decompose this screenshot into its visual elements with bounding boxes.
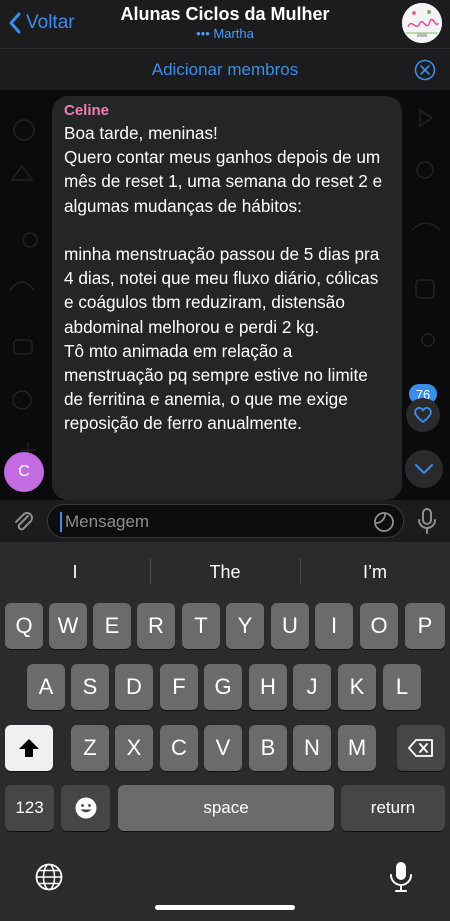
attach-button[interactable] xyxy=(10,508,36,534)
key-d[interactable]: D xyxy=(115,664,153,710)
suggestion-2[interactable]: The xyxy=(150,554,300,590)
key-s[interactable]: S xyxy=(71,664,109,710)
keyboard: I The I’m Q W E R T Y U I O P A S D F G … xyxy=(0,542,450,921)
chat-header: Voltar Alunas Ciclos da Mulher ••• Marth… xyxy=(0,0,450,48)
key-k[interactable]: K xyxy=(338,664,376,710)
key-r[interactable]: R xyxy=(137,603,175,649)
emoji-icon xyxy=(75,797,96,819)
message-bubble[interactable]: Celine Boa tarde, meninas! Quero contar … xyxy=(52,96,402,500)
key-e[interactable]: E xyxy=(93,603,131,649)
key-i[interactable]: I xyxy=(315,603,353,649)
chevron-down-icon xyxy=(415,464,433,474)
key-w[interactable]: W xyxy=(49,603,87,649)
message-input[interactable]: Mensagem xyxy=(47,504,404,538)
key-l[interactable]: L xyxy=(383,664,421,710)
key-a[interactable]: A xyxy=(27,664,65,710)
home-indicator xyxy=(155,905,295,910)
paperclip-icon xyxy=(15,512,33,531)
numbers-key[interactable]: 123 xyxy=(5,785,54,831)
shift-key[interactable] xyxy=(5,725,53,771)
key-q[interactable]: Q xyxy=(5,603,43,649)
sender-name[interactable]: Celine xyxy=(64,102,390,119)
key-j[interactable]: J xyxy=(293,664,331,710)
group-avatar[interactable] xyxy=(402,3,442,43)
backspace-key[interactable] xyxy=(397,725,445,771)
close-icon[interactable] xyxy=(414,59,436,81)
typing-indicator: ••• xyxy=(196,26,210,41)
suggestion-1[interactable]: I xyxy=(0,554,150,590)
key-o[interactable]: O xyxy=(360,603,398,649)
chat-subtitle: ••• Martha xyxy=(0,26,450,41)
text-caret xyxy=(60,512,62,532)
key-t[interactable]: T xyxy=(182,603,220,649)
dictation-button[interactable] xyxy=(388,860,414,894)
reactions-button[interactable] xyxy=(406,398,440,432)
shift-icon xyxy=(19,739,39,757)
key-y[interactable]: Y xyxy=(226,603,264,649)
key-z[interactable]: Z xyxy=(71,725,109,771)
scroll-down-button[interactable] xyxy=(405,450,443,488)
key-c[interactable]: C xyxy=(160,725,198,771)
chat-title[interactable]: Alunas Ciclos da Mulher xyxy=(0,4,450,25)
chat-area[interactable]: Celine Boa tarde, meninas! Quero contar … xyxy=(0,90,450,500)
key-h[interactable]: H xyxy=(249,664,287,710)
key-u[interactable]: U xyxy=(271,603,309,649)
heart-icon xyxy=(414,407,432,423)
emoji-key[interactable] xyxy=(61,785,110,831)
key-n[interactable]: N xyxy=(293,725,331,771)
globe-button[interactable] xyxy=(34,862,64,892)
backspace-icon xyxy=(408,739,433,757)
microphone-icon xyxy=(418,508,436,534)
message-placeholder: Mensagem xyxy=(65,512,150,531)
key-p[interactable]: P xyxy=(405,603,445,649)
key-b[interactable]: B xyxy=(249,725,287,771)
message-text: Boa tarde, meninas! Quero contar meus ga… xyxy=(64,123,383,434)
typing-user: Martha xyxy=(213,26,254,41)
suggestion-3[interactable]: I’m xyxy=(300,554,450,590)
return-key[interactable]: return xyxy=(341,785,445,831)
key-g[interactable]: G xyxy=(204,664,242,710)
sticker-icon xyxy=(374,512,394,532)
key-v[interactable]: V xyxy=(204,725,242,771)
group-avatar-image xyxy=(402,3,442,43)
add-members-button[interactable]: Adicionar membros xyxy=(0,60,450,80)
message-input-bar: Mensagem xyxy=(0,500,450,542)
space-key[interactable]: space xyxy=(118,785,334,831)
key-m[interactable]: M xyxy=(338,725,376,771)
key-x[interactable]: X xyxy=(115,725,153,771)
sticker-button[interactable] xyxy=(373,511,395,533)
add-members-bar: Adicionar membros xyxy=(0,48,450,90)
sender-avatar[interactable]: C xyxy=(4,452,44,492)
key-f[interactable]: F xyxy=(160,664,198,710)
microphone-icon xyxy=(390,862,412,892)
globe-icon xyxy=(35,863,63,891)
voice-message-button[interactable] xyxy=(414,507,440,535)
